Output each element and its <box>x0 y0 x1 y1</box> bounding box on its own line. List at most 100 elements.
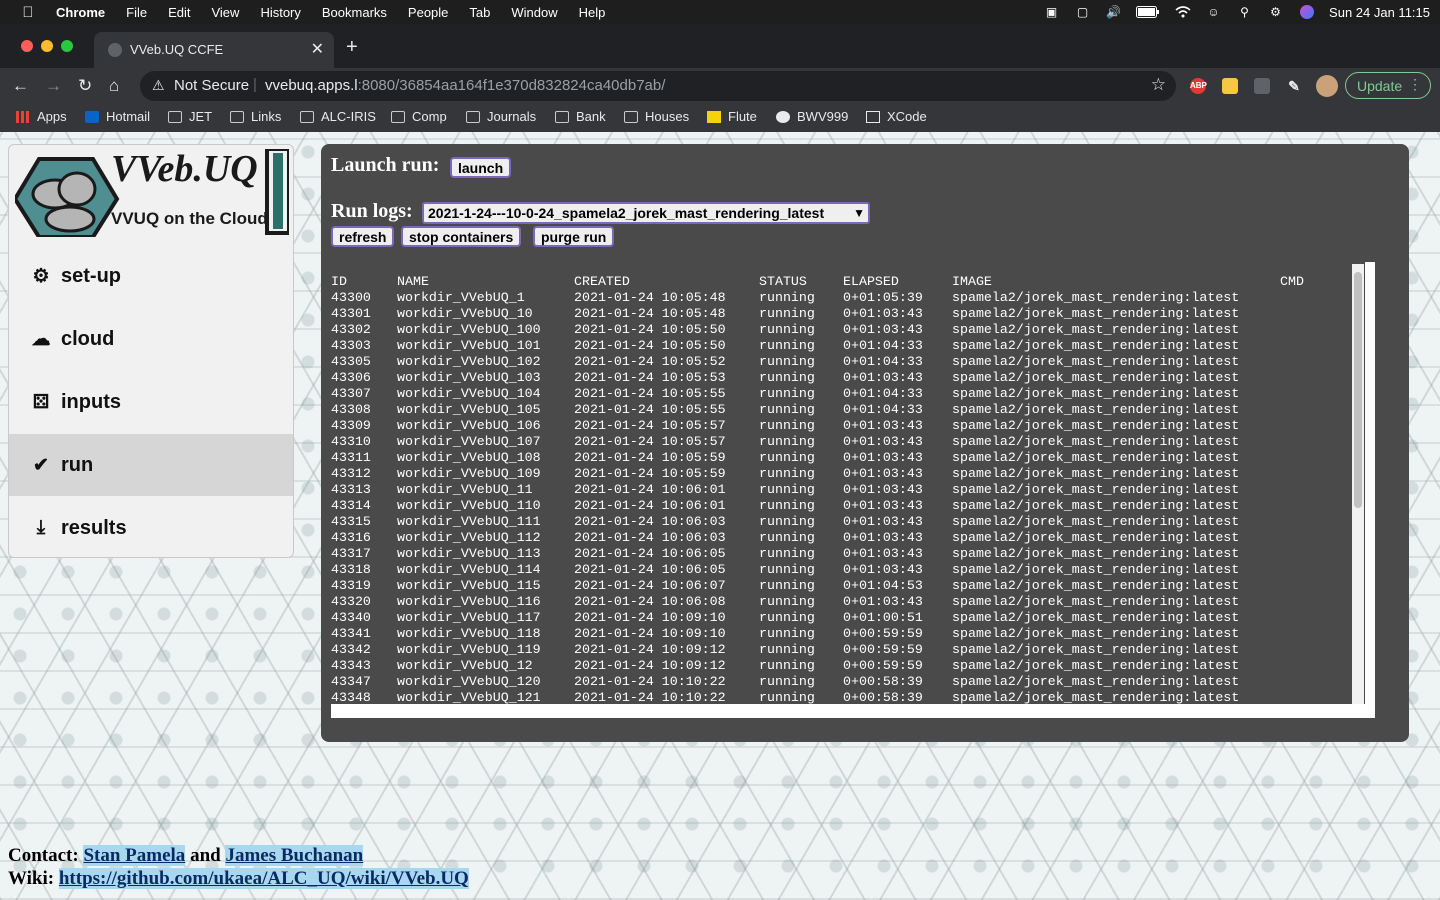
wiki-link[interactable]: https://github.com/ukaea/ALC_UQ/wiki/VVe… <box>58 868 469 889</box>
bookmark-bwv999[interactable]: BWV999 <box>776 109 848 124</box>
row-id: 43340 <box>331 610 371 625</box>
scrollbar-thumb[interactable] <box>1354 272 1362 508</box>
privacy-icon[interactable]: ▣ <box>1043 5 1060 19</box>
row-image: spamela2/jorek_mast_rendering:latest <box>952 514 1240 529</box>
menu-history[interactable]: History <box>260 5 300 20</box>
zoom-window-button[interactable] <box>61 40 73 52</box>
row-created: 2021-01-24 10:05:55 <box>574 402 726 417</box>
menu-edit[interactable]: Edit <box>168 5 190 20</box>
sidebar-item-label: cloud <box>61 327 115 350</box>
bookmark-jet[interactable]: JET <box>168 109 212 124</box>
log-row: 43307 workdir_VVebUQ_104 2021-01-24 10:05:… <box>331 386 1351 402</box>
volume-icon[interactable]: 🔊 <box>1105 5 1122 19</box>
row-name: workdir_VVebUQ_106 <box>397 418 541 433</box>
menu-view[interactable]: View <box>211 5 239 20</box>
sidebar-item-cloud[interactable]: ☁ cloud <box>9 308 293 370</box>
row-image: spamela2/jorek_mast_rendering:latest <box>952 690 1240 705</box>
row-status: running <box>759 338 815 353</box>
sidebar-item-run[interactable]: ✔ run <box>9 434 293 496</box>
log-row: 43310 workdir_VVebUQ_107 2021-01-24 10:05:… <box>331 434 1351 450</box>
refresh-button[interactable]: refresh <box>331 226 395 247</box>
row-status: running <box>759 610 815 625</box>
menu-people[interactable]: People <box>408 5 448 20</box>
row-status: running <box>759 306 815 321</box>
menu-app-name[interactable]: Chrome <box>56 5 105 20</box>
battery-icon[interactable] <box>1136 5 1160 19</box>
url-text[interactable]: vvebuq.apps.l:8080/36854aa164f1e370d8328… <box>265 77 665 94</box>
profile-avatar[interactable] <box>1316 75 1338 97</box>
spotlight-search-icon[interactable]: ⚲ <box>1236 5 1253 19</box>
row-image: spamela2/jorek_mast_rendering:latest <box>952 338 1240 353</box>
log-scrollbar[interactable] <box>1352 264 1364 704</box>
bookmark-xcode[interactable]: XCode <box>866 109 927 124</box>
log-row: 43312 workdir_VVebUQ_109 2021-01-24 10:05:… <box>331 466 1351 482</box>
forward-arrow-icon[interactable]: → <box>45 76 62 96</box>
row-elapsed: 0+01:03:43 <box>843 466 923 481</box>
log-output[interactable]: ID NAME CREATED STATUS ELAPSED IMAGE CMD… <box>331 262 1375 718</box>
bookmark-comp[interactable]: Comp <box>391 109 447 124</box>
update-label: Update <box>1357 78 1403 94</box>
home-icon[interactable]: ⌂ <box>109 76 119 96</box>
user-icon[interactable]: ☺ <box>1205 5 1222 19</box>
bookmark-journals[interactable]: Journals <box>466 109 536 124</box>
menu-file[interactable]: File <box>126 5 147 20</box>
bookmark-apps[interactable]: Apps <box>16 109 67 124</box>
log-rows: 43300 workdir_VVebUQ_1 2021-01-24 10:05:48… <box>331 290 1351 705</box>
row-created: 2021-01-24 10:05:57 <box>574 418 726 433</box>
menu-tab[interactable]: Tab <box>469 5 490 20</box>
sidebar-item-setup[interactable]: ⚙ set-up <box>9 245 293 307</box>
notes-extension-icon[interactable] <box>1222 78 1238 94</box>
bookmark-hotmail[interactable]: Hotmail <box>85 109 150 124</box>
bookmark-links[interactable]: Links <box>230 109 281 124</box>
siri-icon[interactable] <box>1298 5 1315 19</box>
security-label[interactable]: Not Secure <box>174 77 249 94</box>
row-image: spamela2/jorek_mast_rendering:latest <box>952 306 1240 321</box>
menu-window[interactable]: Window <box>511 5 557 20</box>
flute-icon <box>707 110 721 123</box>
tab-active[interactable]: VVeb.UQ CCFE ✕ <box>94 32 334 68</box>
sidebar-item-inputs[interactable]: ⚄ inputs <box>9 371 293 433</box>
purge-run-button[interactable]: purge run <box>533 226 615 247</box>
row-created: 2021-01-24 10:06:01 <box>574 498 726 513</box>
new-tab-plus-icon[interactable]: + <box>346 36 358 59</box>
row-id: 43348 <box>331 690 371 705</box>
bookmark-houses[interactable]: Houses <box>624 109 689 124</box>
bookmark-star-icon[interactable]: ☆ <box>1151 75 1166 95</box>
menu-help[interactable]: Help <box>579 5 606 20</box>
warning-triangle-icon[interactable]: ⚠ <box>152 77 165 94</box>
sidebar-item-results[interactable]: ⤓ results <box>9 497 293 559</box>
extension-icon[interactable] <box>1254 78 1270 94</box>
log-row: 43317 workdir_VVebUQ_113 2021-01-24 10:06:… <box>331 546 1351 562</box>
clock[interactable]: Sun 24 Jan 11:15 <box>1329 5 1430 20</box>
row-id: 43305 <box>331 354 371 369</box>
bookmark-bank[interactable]: Bank <box>555 109 606 124</box>
control-center-icon[interactable]: ⚙ <box>1267 5 1284 19</box>
row-id: 43342 <box>331 642 371 657</box>
puzzle-extensions-icon[interactable]: ✎ <box>1286 78 1302 94</box>
bookmark-flute[interactable]: Flute <box>707 109 757 124</box>
stop-containers-button[interactable]: stop containers <box>401 226 522 247</box>
address-bar[interactable]: ⚠ Not Secure | vvebuq.apps.l:8080/36854a… <box>140 71 1176 101</box>
more-menu-icon[interactable]: ⋮ <box>1408 76 1422 93</box>
contact-link-james[interactable]: James Buchanan <box>225 845 364 866</box>
minimize-window-button[interactable] <box>41 40 53 52</box>
close-tab-icon[interactable]: ✕ <box>311 39 324 59</box>
close-window-button[interactable] <box>21 40 33 52</box>
wifi-icon[interactable] <box>1174 5 1191 19</box>
apple-icon[interactable]:  <box>0 4 56 21</box>
screen-icon[interactable]: ▢ <box>1074 5 1091 19</box>
menu-bookmarks[interactable]: Bookmarks <box>322 5 387 20</box>
contact-link-stan[interactable]: Stan Pamela <box>83 845 186 866</box>
row-status: running <box>759 434 815 449</box>
update-button[interactable]: Update ⋮ <box>1345 72 1431 99</box>
adblock-extension-icon[interactable]: ABP <box>1190 78 1207 94</box>
reload-icon[interactable]: ↻ <box>78 76 92 96</box>
log-row: 43318 workdir_VVebUQ_114 2021-01-24 10:06:… <box>331 562 1351 578</box>
row-status: running <box>759 578 815 593</box>
bookmark-alc-iris[interactable]: ALC-IRIS <box>300 109 376 124</box>
row-id: 43313 <box>331 482 371 497</box>
back-arrow-icon[interactable]: ← <box>12 76 29 96</box>
row-status: running <box>759 562 815 577</box>
launch-button[interactable]: launch <box>450 157 512 178</box>
run-logs-select[interactable]: 2021-1-24---10-0-24_spamela2_jorek_mast_… <box>422 202 870 224</box>
